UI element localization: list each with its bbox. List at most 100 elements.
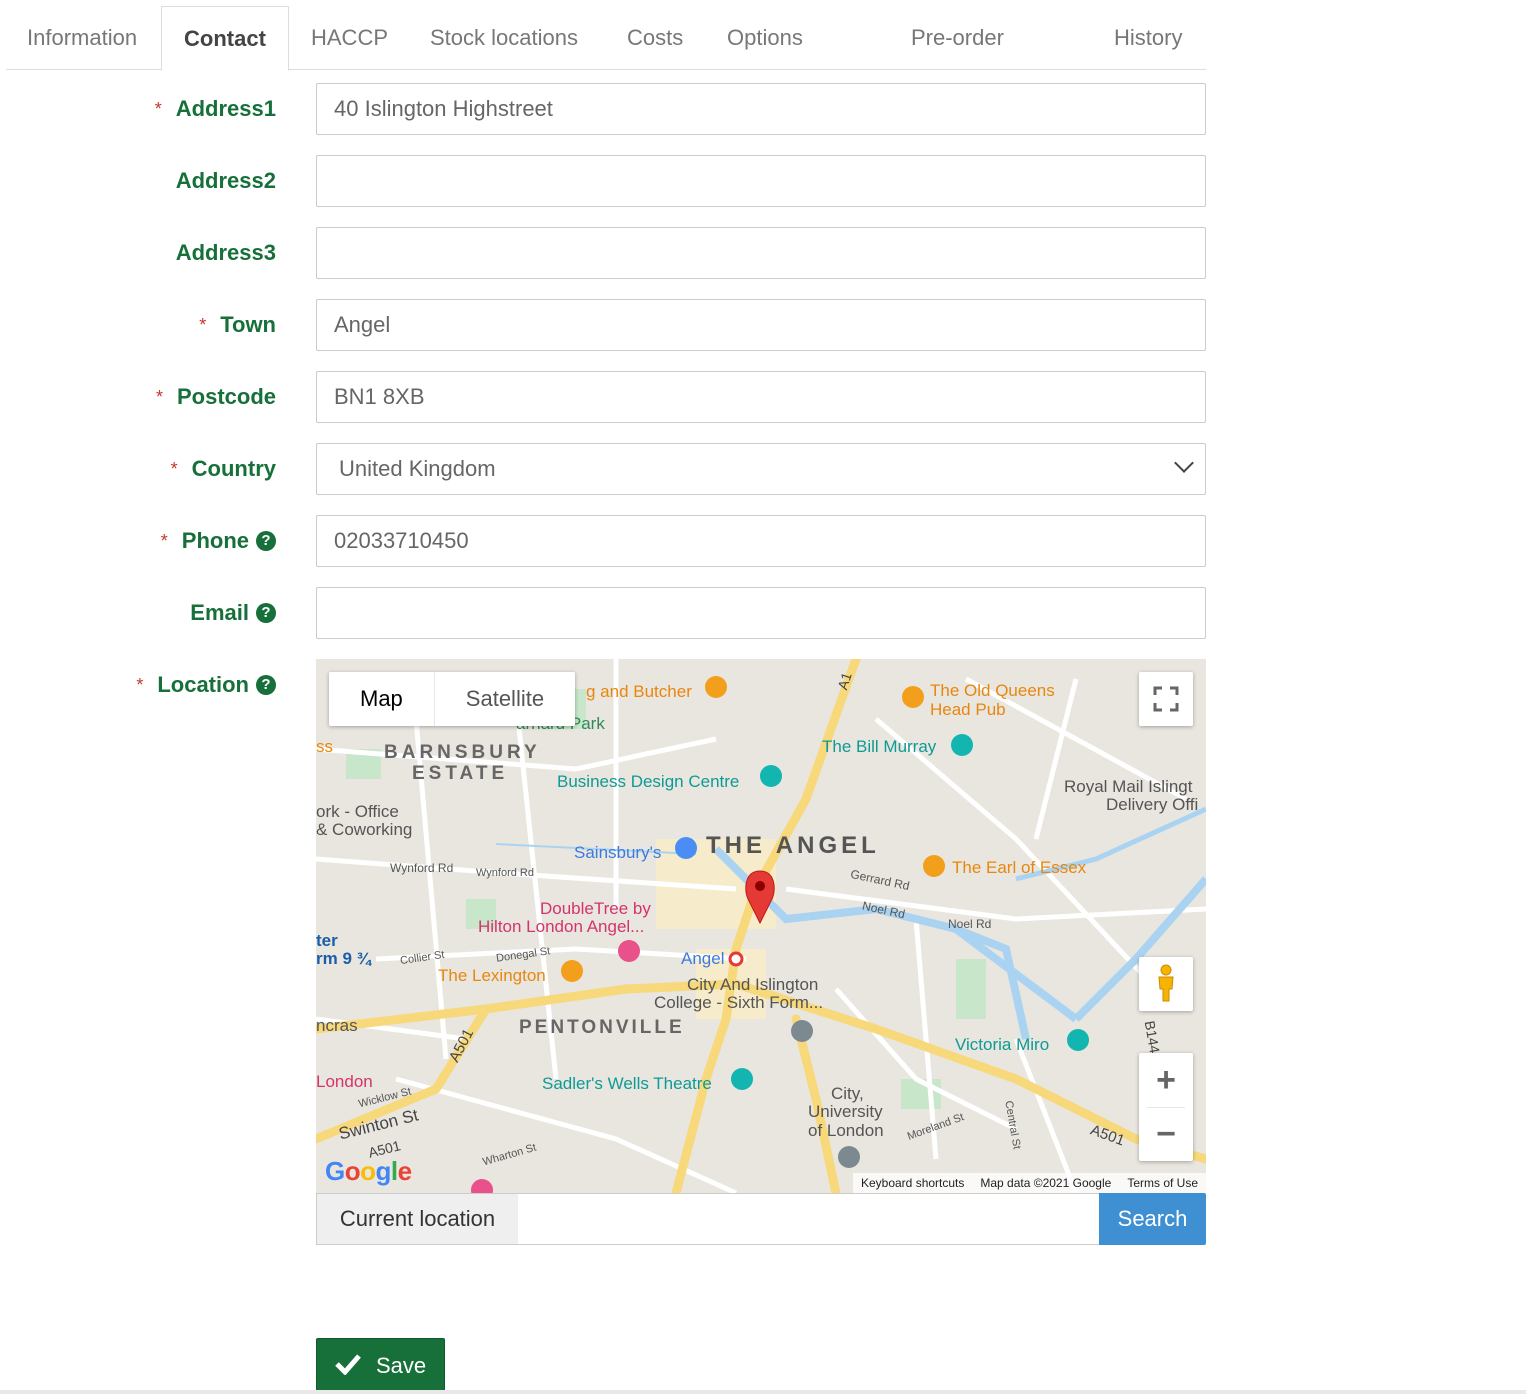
phone-input[interactable] (316, 515, 1206, 567)
location-label-text: Location (157, 672, 249, 697)
zoom-control: + − (1139, 1053, 1193, 1161)
map-tiles (316, 659, 1206, 1193)
tab-information[interactable]: Information (27, 6, 137, 70)
poi-label: City, (831, 1084, 864, 1103)
bar-icon (561, 960, 583, 982)
tab-options[interactable]: Options (727, 6, 803, 70)
postcode-label-text: Postcode (176, 384, 276, 409)
bar-icon (705, 676, 727, 698)
required-mark: * (154, 99, 162, 119)
postcode-input[interactable] (316, 371, 1206, 423)
chevron-down-icon (1174, 453, 1194, 473)
save-button[interactable]: Save (316, 1338, 445, 1391)
map-footer: Keyboard shortcuts Map data ©2021 Google… (852, 1173, 1206, 1193)
street-label: Noel Rd (948, 917, 992, 931)
address3-input[interactable] (316, 227, 1206, 279)
required-mark: * (160, 531, 168, 551)
tab-costs[interactable]: Costs (627, 6, 683, 70)
town-label: * Town (199, 299, 276, 351)
address2-row: Address2 (0, 155, 1206, 207)
town-label-text: Town (220, 312, 276, 337)
poi-label: Sainsbury's (574, 843, 662, 862)
university-icon (838, 1146, 860, 1168)
email-label: Email ? (190, 587, 276, 639)
street-view-pegman-button[interactable] (1139, 957, 1193, 1011)
tab-history[interactable]: History (1114, 6, 1182, 70)
current-location-button[interactable]: Current location (316, 1193, 519, 1245)
address1-row: * Address1 (0, 83, 1206, 135)
school-icon (791, 1020, 813, 1042)
poi-label: DoubleTree by (540, 899, 651, 918)
address3-label: Address3 (176, 227, 276, 279)
country-select[interactable]: United Kingdom (316, 443, 1206, 495)
required-mark: * (136, 675, 144, 695)
poi-label: ss (316, 737, 333, 756)
poi-label: Head Pub (930, 700, 1006, 719)
email-input[interactable] (316, 587, 1206, 639)
google-logo: Google (325, 1156, 412, 1186)
address2-input[interactable] (316, 155, 1206, 207)
location-label: * Location ? (136, 659, 276, 711)
save-button-label: Save (376, 1353, 427, 1378)
area-label: BARNSBURY (384, 742, 541, 763)
address1-label: * Address1 (155, 83, 276, 135)
help-icon[interactable]: ? (256, 603, 276, 623)
required-mark: * (199, 315, 207, 335)
fullscreen-button[interactable] (1139, 672, 1193, 726)
map-type-toggle: Map Satellite (329, 672, 576, 726)
area-label: ESTATE (412, 763, 509, 784)
required-mark: * (155, 387, 163, 407)
museum-icon (1067, 1029, 1089, 1051)
hotel-icon (471, 1179, 493, 1193)
country-label-text: Country (191, 456, 276, 481)
poi-label: London (316, 1072, 373, 1091)
tab-pre-order[interactable]: Pre-order (911, 6, 1004, 70)
poi-label: College - Sixth Form... (654, 993, 824, 1012)
area-label: THE ANGEL (706, 832, 880, 859)
address3-row: Address3 (0, 227, 1206, 279)
street-label: Wynford Rd (390, 861, 454, 875)
country-select-value: United Kingdom (339, 456, 496, 481)
theatre-icon (731, 1068, 753, 1090)
poi-label: Hilton London Angel... (478, 917, 645, 936)
map-type-satellite-button[interactable]: Satellite (435, 672, 575, 726)
phone-label: * Phone ? (161, 515, 276, 567)
tab-contact[interactable]: Contact (161, 6, 289, 71)
town-input[interactable] (316, 299, 1206, 351)
keyboard-shortcuts-link[interactable]: Keyboard shortcuts (861, 1173, 964, 1193)
poi-label: Royal Mail Islingt (1064, 777, 1193, 796)
help-icon[interactable]: ? (256, 675, 276, 695)
area-label: PENTONVILLE (519, 1017, 685, 1038)
poi-label: Sadler's Wells Theatre (542, 1074, 712, 1093)
poi-label: & Coworking (316, 820, 413, 839)
email-label-text: Email (190, 600, 249, 625)
map-type-map-button[interactable]: Map (329, 672, 435, 726)
tab-stock-locations[interactable]: Stock locations (430, 6, 578, 70)
help-icon[interactable]: ? (256, 531, 276, 551)
tab-bar: Information Contact HACCP Stock location… (6, 6, 1206, 71)
zoom-out-button[interactable]: − (1139, 1107, 1193, 1161)
bar-icon (923, 855, 945, 877)
address2-label-text: Address2 (175, 168, 276, 193)
postcode-row: * Postcode (0, 371, 1206, 423)
terms-of-use-link[interactable]: Terms of Use (1127, 1173, 1198, 1193)
address2-label: Address2 (176, 155, 276, 207)
location-map[interactable]: THE ANGEL BARNSBURY ESTATE PENTONVILLE T… (316, 659, 1206, 1193)
shopping-icon (675, 837, 697, 859)
phone-row: * Phone ? (0, 515, 1206, 567)
postcode-label: * Postcode (156, 371, 276, 423)
poi-label: Victoria Miro (955, 1035, 1050, 1054)
location-search-input[interactable] (518, 1193, 1100, 1245)
map-data-attribution: Map data ©2021 Google (980, 1176, 1112, 1190)
tab-haccp[interactable]: HACCP (311, 6, 388, 70)
poi-label: University (808, 1102, 883, 1121)
theatre-icon (951, 734, 973, 756)
bar-icon (902, 686, 924, 708)
landmark-icon (760, 765, 782, 787)
zoom-in-button[interactable]: + (1139, 1053, 1193, 1107)
country-label: * Country (171, 443, 276, 495)
search-button[interactable]: Search (1099, 1193, 1206, 1245)
checkmark-icon (335, 1354, 361, 1375)
hotel-icon (618, 940, 640, 962)
address1-input[interactable] (316, 83, 1206, 135)
